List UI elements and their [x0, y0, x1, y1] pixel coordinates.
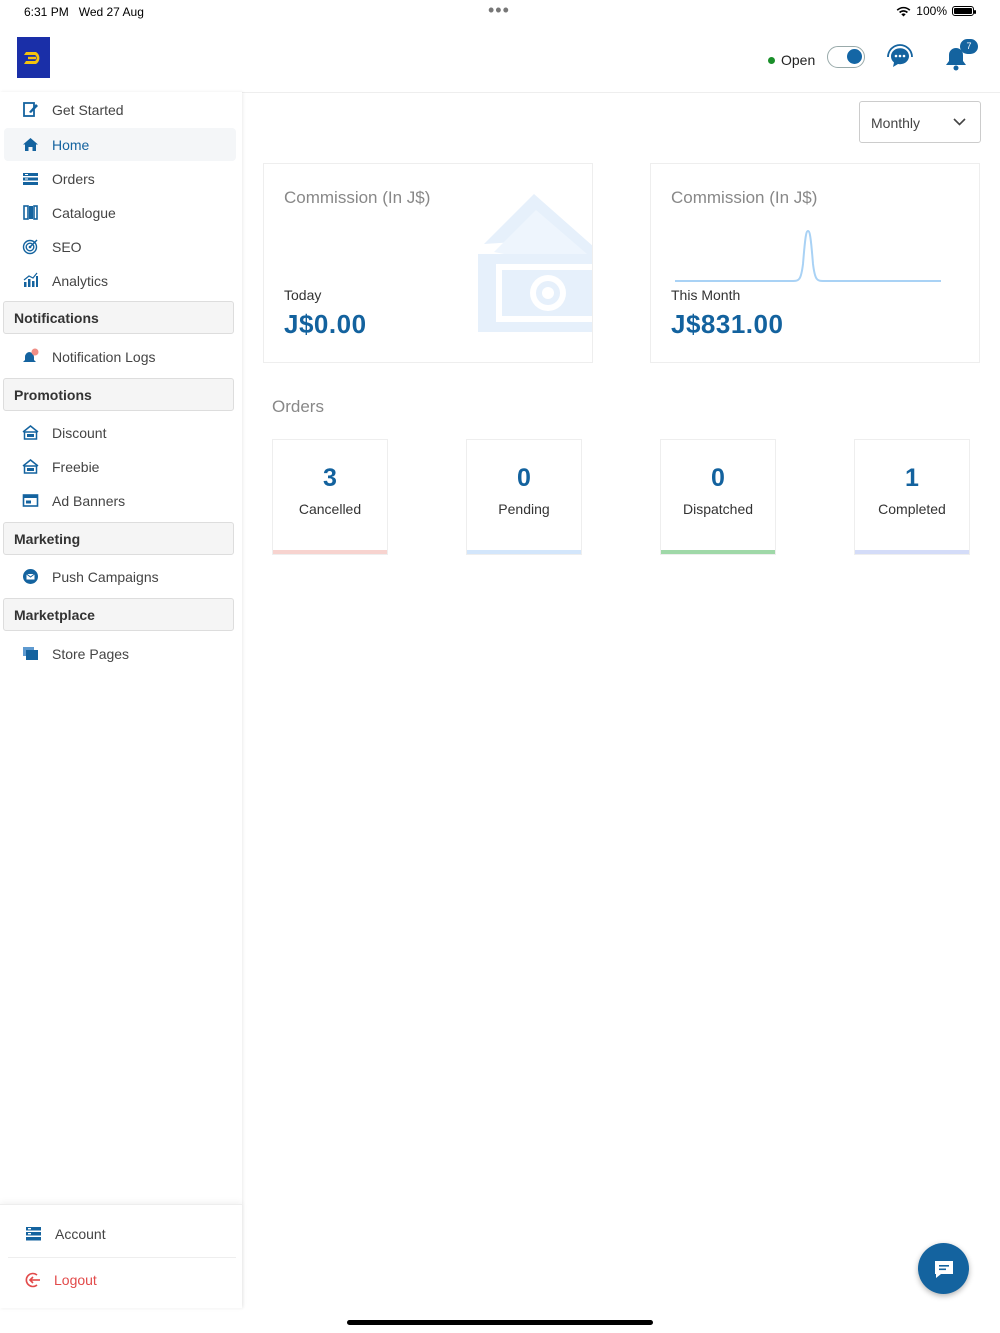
notification-count-badge: 7 — [960, 39, 978, 54]
multitasking-dots-icon[interactable]: ••• — [488, 0, 510, 21]
banner-icon — [22, 494, 39, 507]
stat-count: 0 — [517, 464, 531, 492]
card-title: Commission (In J$) — [284, 188, 431, 207]
sidebar-item-label: Push Campaigns — [52, 569, 159, 585]
edit-icon — [23, 102, 38, 117]
sidebar-item-get-started[interactable]: Get Started — [4, 93, 236, 126]
commission-today-value: J$0.00 — [284, 309, 367, 339]
sidebar-item-orders[interactable]: Orders — [4, 162, 236, 195]
sidebar-item-notification-logs[interactable]: Notification Logs — [4, 340, 236, 373]
top-bar: Open 7 — [0, 24, 1000, 93]
card-period-label: This Month — [671, 287, 741, 303]
period-select[interactable]: Monthly — [859, 101, 981, 143]
stat-count: 0 — [711, 464, 725, 492]
discount-icon — [22, 425, 39, 440]
store-status-label: Open — [781, 52, 816, 68]
catalogue-icon — [23, 205, 38, 220]
sidebar-item-label: Notification Logs — [52, 349, 156, 365]
section-header-notifications: Notifications — [3, 301, 234, 334]
stat-accent-bar — [661, 550, 775, 554]
section-header-marketing: Marketing — [3, 522, 234, 555]
app-logo[interactable] — [17, 37, 50, 78]
logout-label: Logout — [54, 1272, 97, 1288]
stat-count: 1 — [905, 464, 919, 492]
card-period-label: Today — [284, 287, 322, 303]
sidebar-item-label: Get Started — [52, 102, 124, 118]
sidebar-item-push-campaigns[interactable]: Push Campaigns — [4, 560, 236, 593]
sidebar-item-label: Orders — [52, 171, 95, 187]
sidebar-item-label: Catalogue — [52, 205, 116, 221]
order-stat-completed[interactable]: 1 Completed — [854, 439, 970, 555]
home-icon — [23, 138, 38, 151]
analytics-icon — [23, 272, 38, 287]
order-stat-dispatched[interactable]: 0 Dispatched — [660, 439, 776, 555]
stat-accent-bar — [273, 550, 387, 554]
commission-month-card: Commission (In J$) This Month J$831.00 — [650, 163, 980, 363]
period-select-value: Monthly — [871, 115, 921, 131]
wifi-icon — [896, 6, 911, 16]
freebie-icon — [22, 459, 39, 474]
support-chat-icon[interactable] — [886, 44, 914, 70]
commission-sparkline — [675, 229, 941, 282]
sidebar: Get Started Home Orders Catalogue SEO An… — [0, 92, 242, 1308]
target-icon — [22, 239, 38, 255]
account-icon — [26, 1227, 41, 1241]
sidebar-item-freebie[interactable]: Freebie — [4, 450, 236, 483]
sidebar-item-catalogue[interactable]: Catalogue — [4, 196, 236, 229]
orders-icon — [23, 173, 38, 185]
card-title: Commission (In J$) — [671, 188, 818, 207]
store-open-toggle[interactable] — [827, 46, 865, 68]
divider — [8, 1257, 236, 1258]
chevron-down-icon — [953, 118, 966, 126]
stat-label: Dispatched — [682, 501, 754, 517]
order-stat-pending[interactable]: 0 Pending — [466, 439, 582, 555]
stat-accent-bar — [855, 550, 969, 554]
stat-label: Cancelled — [298, 501, 362, 517]
commission-today-card: Commission (In J$) Today J$0.00 — [263, 163, 593, 363]
notification-bell-icon — [23, 348, 39, 362]
sidebar-item-seo[interactable]: SEO — [4, 230, 236, 263]
status-time: 6:31 PM Wed 27 Aug — [24, 5, 144, 19]
account-label: Account — [55, 1226, 106, 1242]
sidebar-footer: Account Logout — [0, 1204, 242, 1309]
sidebar-item-label: Home — [52, 137, 90, 153]
order-stat-cancelled[interactable]: 3 Cancelled — [272, 439, 388, 555]
orders-section-title: Orders — [272, 397, 324, 416]
store-status: Open — [768, 52, 815, 68]
status-dot-icon — [768, 56, 775, 64]
account-button[interactable]: Account — [0, 1205, 242, 1257]
sidebar-item-label: Freebie — [52, 459, 100, 475]
sidebar-item-home[interactable]: Home — [4, 128, 236, 161]
sidebar-item-label: SEO — [52, 239, 82, 255]
sidebar-item-label: Analytics — [52, 273, 109, 289]
section-header-promotions: Promotions — [3, 378, 234, 411]
status-bar: 6:31 PM Wed 27 Aug ••• 100% — [0, 0, 1000, 24]
chat-fab-button[interactable] — [918, 1243, 969, 1294]
sidebar-item-label: Store Pages — [52, 646, 130, 662]
chat-bubble-icon — [934, 1260, 953, 1278]
sidebar-item-store-pages[interactable]: Store Pages — [4, 637, 236, 670]
stat-count: 3 — [323, 464, 337, 492]
section-header-marketplace: Marketplace — [3, 598, 234, 631]
status-indicators: 100% — [896, 4, 976, 18]
mail-icon — [23, 569, 38, 584]
sidebar-item-discount[interactable]: Discount — [4, 416, 236, 449]
commission-month-value: J$831.00 — [671, 309, 784, 339]
logout-icon — [25, 1272, 40, 1288]
sidebar-item-ad-banners[interactable]: Ad Banners — [4, 484, 236, 517]
logout-button[interactable]: Logout — [0, 1259, 242, 1303]
stat-label: Pending — [498, 501, 550, 517]
home-indicator — [347, 1320, 653, 1325]
stat-accent-bar — [467, 550, 581, 554]
sidebar-item-label: Discount — [52, 425, 107, 441]
sidebar-item-label: Ad Banners — [52, 493, 126, 509]
pages-icon — [23, 647, 38, 660]
stat-label: Completed — [878, 501, 946, 517]
wallet-icon — [478, 194, 592, 332]
sidebar-item-analytics[interactable]: Analytics — [4, 264, 236, 297]
battery-percent: 100% — [916, 4, 947, 18]
battery-icon — [952, 6, 976, 16]
